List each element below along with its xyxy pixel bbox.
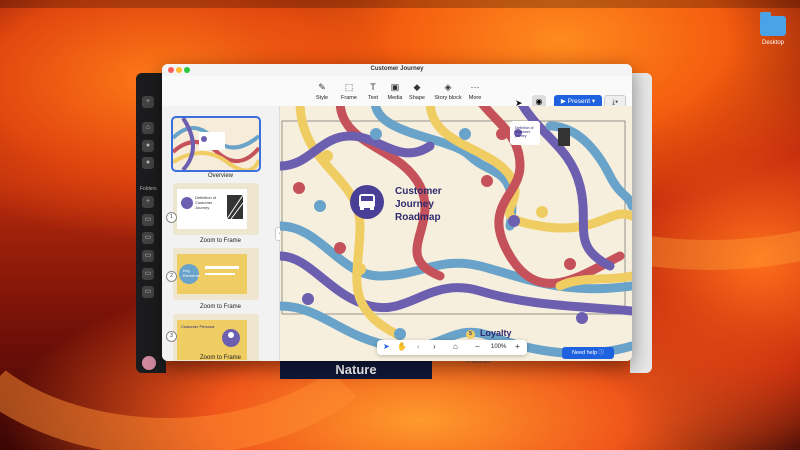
canvas-title: Customer Journey Roadmap [395, 186, 442, 223]
tool-frame[interactable]: ⬚ Frame [336, 82, 362, 101]
slide-number: 3 [166, 331, 177, 342]
background-folder-icon[interactable]: ▭ [142, 286, 154, 298]
loyalty-label: Loyalty [480, 328, 512, 338]
tool-shape[interactable]: ◆ Shape [404, 82, 430, 101]
home-icon[interactable]: ⌂ [453, 342, 458, 351]
shape-icon: ◆ [413, 82, 421, 92]
slide-2-title: Key Elements [183, 268, 200, 278]
user-avatar[interactable] [142, 356, 156, 370]
folders-label: Folders [140, 186, 157, 192]
editor-window: Customer Journey ✎ Style ⬚ Frame T Text … [162, 64, 632, 361]
hand-tool-icon[interactable]: ✋ [397, 342, 407, 351]
background-folder-icon[interactable]: ▭ [142, 250, 154, 262]
slide-caption: Zoom to Frame [199, 355, 241, 361]
folder-icon [760, 12, 786, 36]
slide-number: 2 [166, 271, 177, 282]
slide-3-title: Customer Persona [181, 324, 215, 329]
menu-bar [0, 0, 800, 8]
slide-caption: Zoom to Frame [199, 304, 241, 310]
help-icon: ⓘ [598, 350, 605, 356]
background-team-icon[interactable]: ● [142, 157, 154, 169]
background-home-icon[interactable]: ⌂ [142, 122, 154, 134]
slide-1-title: Definition of Customer Journey [195, 195, 217, 210]
slide-thumb-1[interactable]: Definition of Customer Journey [173, 183, 259, 235]
slides-sidebar: Overview Definition of Customer Journey … [162, 106, 280, 361]
slide-thumb-2[interactable]: Key Elements [173, 248, 259, 300]
background-user-icon[interactable]: ● [142, 140, 154, 152]
toolbar: ✎ Style ⬚ Frame T Text ▣ Media ◆ Shape ◈… [162, 76, 632, 110]
zoom-in-icon[interactable]: + [515, 342, 520, 351]
background-app-edge [630, 73, 652, 373]
background-folder-icon[interactable]: ▭ [142, 214, 154, 226]
zoom-level: 100% [491, 344, 507, 350]
desktop-folder[interactable]: Desktop [758, 12, 788, 46]
tool-story-block[interactable]: ◈ Story block [432, 82, 464, 101]
slide-caption: Zoom to Frame [199, 238, 241, 244]
title-bar: Customer Journey [162, 64, 632, 76]
slide-thumb-3[interactable]: Customer Persona [173, 314, 259, 361]
roadmap-graphic [280, 106, 632, 361]
slide-number: 1 [166, 212, 177, 223]
chevron-right-icon[interactable]: › [433, 342, 436, 351]
window-title: Customer Journey [370, 66, 424, 72]
node-title: Definition of Customer journey [515, 126, 534, 138]
zoom-out-icon[interactable]: − [475, 342, 480, 351]
desktop-folder-label: Desktop [761, 40, 784, 46]
need-help-button[interactable]: Need help ⓘ [562, 347, 614, 359]
pen-icon: ✎ [318, 82, 326, 92]
bus-icon [350, 185, 384, 219]
select-pointer-icon[interactable]: ➤ [383, 342, 390, 351]
layers-icon: ◈ [444, 82, 452, 92]
background-folder-icon[interactable]: ▭ [142, 232, 154, 244]
presentation-canvas[interactable]: Customer Journey Roadmap Definition of C… [280, 106, 632, 361]
background-banner: Nature [280, 361, 432, 379]
tool-more[interactable]: ··· More [462, 82, 488, 101]
ellipsis-icon: ··· [470, 82, 480, 92]
background-folder-icon[interactable]: ▭ [142, 268, 154, 280]
slide-thumb-overview[interactable] [171, 116, 261, 172]
loyalty-number: 5 [466, 330, 475, 339]
background-add-folder-icon[interactable]: + [142, 196, 154, 208]
frame-icon: ⬚ [344, 82, 354, 92]
background-add-icon[interactable]: + [142, 96, 154, 108]
tool-style[interactable]: ✎ Style [309, 82, 335, 101]
canvas-controls: ➤ ✋ ‹ › ⌂ − 100% + [377, 340, 527, 355]
slide-caption: Overview [207, 173, 233, 179]
chevron-left-icon[interactable]: ‹ [417, 342, 420, 351]
